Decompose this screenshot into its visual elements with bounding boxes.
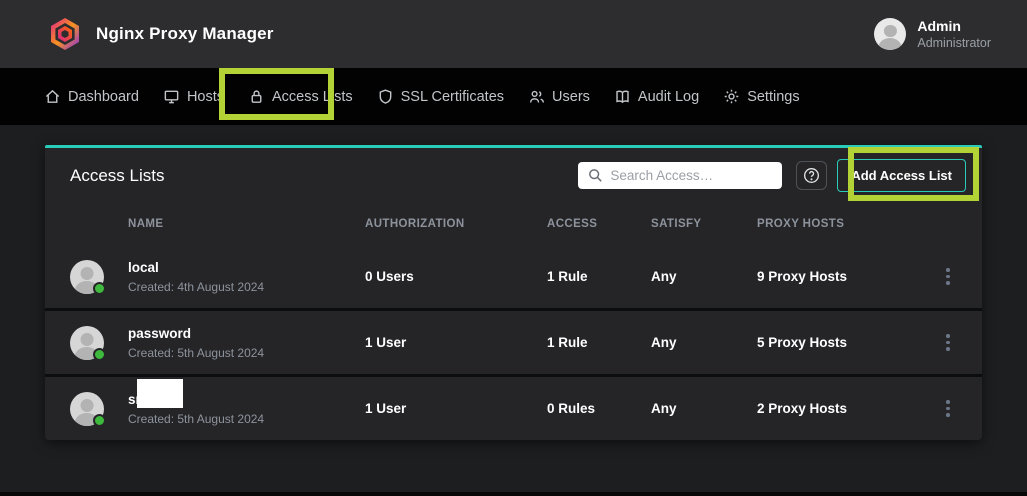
nav-item-users[interactable]: Users — [528, 88, 590, 105]
nav-label: Settings — [747, 89, 799, 105]
nav-item-ssl-certificates[interactable]: SSL Certificates — [377, 88, 504, 105]
redaction-box — [137, 379, 183, 408]
nav-label: Hosts — [187, 89, 224, 105]
access-lists-panel: Access Lists Add Access List NAME AUTHOR… — [45, 145, 982, 440]
access-value: 1 Rule — [547, 269, 651, 284]
add-access-list-button[interactable]: Add Access List — [837, 159, 966, 192]
help-button[interactable] — [796, 161, 827, 190]
col-header-satisfy: SATISFY — [651, 218, 757, 230]
satisfy-value: Any — [651, 335, 757, 350]
access-value: 0 Rules — [547, 401, 651, 416]
users-icon — [528, 88, 545, 105]
help-icon — [802, 166, 821, 185]
book-icon — [614, 88, 631, 105]
nav-item-settings[interactable]: Settings — [723, 88, 799, 105]
row-menu-kebab-icon[interactable] — [938, 334, 958, 351]
app-logo-icon — [48, 17, 82, 51]
access-list-created: Created: 4th August 2024 — [128, 279, 365, 295]
access-value: 1 Rule — [547, 335, 651, 350]
proxy-hosts-value: 9 Proxy Hosts — [757, 269, 938, 284]
nav-item-access-lists[interactable]: Access Lists — [248, 88, 353, 105]
status-dot-icon — [93, 414, 106, 427]
status-dot-icon — [93, 282, 106, 295]
search-box — [578, 162, 782, 189]
lock-icon — [248, 88, 265, 105]
search-icon — [587, 167, 604, 184]
col-header-proxy-hosts: PROXY HOSTS — [757, 218, 938, 230]
nav-label: Audit Log — [638, 89, 699, 105]
proxy-hosts-value: 5 Proxy Hosts — [757, 335, 938, 350]
nav-label: Dashboard — [68, 89, 139, 105]
satisfy-value: Any — [651, 401, 757, 416]
user-name: Admin — [917, 18, 991, 35]
row-menu-kebab-icon[interactable] — [938, 268, 958, 285]
col-header-access: ACCESS — [547, 218, 651, 230]
avatar — [70, 392, 104, 426]
proxy-hosts-value: 2 Proxy Hosts — [757, 401, 938, 416]
home-icon — [44, 88, 61, 105]
table-body: local Created: 4th August 2024 0 Users 1… — [45, 245, 982, 440]
authorization-value: 1 User — [365, 335, 547, 350]
status-dot-icon — [93, 348, 106, 361]
access-list-created: Created: 5th August 2024 — [128, 411, 365, 427]
row-menu-kebab-icon[interactable] — [938, 400, 958, 417]
app-title: Nginx Proxy Manager — [96, 24, 274, 44]
user-menu[interactable]: Admin Administrator — [874, 18, 991, 51]
panel-header: Access Lists Add Access List — [45, 148, 982, 203]
authorization-value: 1 User — [365, 401, 547, 416]
table-row[interactable]: password Created: 5th August 2024 1 User… — [45, 311, 982, 374]
panel-title: Access Lists — [70, 166, 164, 186]
col-header-name: NAME — [128, 218, 365, 230]
authorization-value: 0 Users — [365, 269, 547, 284]
user-avatar — [874, 18, 906, 50]
table-header: NAME AUTHORIZATION ACCESS SATISFY PROXY … — [45, 203, 982, 245]
user-role: Administrator — [917, 35, 991, 51]
nav-label: Access Lists — [272, 89, 353, 105]
bottom-strip — [0, 492, 1027, 496]
gear-icon — [723, 88, 740, 105]
avatar — [70, 260, 104, 294]
app-header: Nginx Proxy Manager Admin Administrator — [0, 0, 1027, 68]
access-list-name: password — [128, 325, 365, 342]
shield-icon — [377, 88, 394, 105]
table-row[interactable]: sn Created: 5th August 2024 1 User 0 Rul… — [45, 377, 982, 440]
col-header-authorization: AUTHORIZATION — [365, 218, 547, 230]
nav-item-hosts[interactable]: Hosts — [163, 88, 224, 105]
search-input[interactable] — [578, 162, 782, 189]
satisfy-value: Any — [651, 269, 757, 284]
access-list-name: local — [128, 259, 365, 276]
monitor-icon — [163, 88, 180, 105]
access-list-created: Created: 5th August 2024 — [128, 345, 365, 361]
nav-item-dashboard[interactable]: Dashboard — [44, 88, 139, 105]
table-row[interactable]: local Created: 4th August 2024 0 Users 1… — [45, 245, 982, 308]
nav-item-audit-log[interactable]: Audit Log — [614, 88, 699, 105]
nav-label: Users — [552, 89, 590, 105]
avatar — [70, 326, 104, 360]
main-nav: Dashboard Hosts Access Lists SSL Certifi… — [0, 68, 1027, 125]
nav-label: SSL Certificates — [401, 89, 504, 105]
